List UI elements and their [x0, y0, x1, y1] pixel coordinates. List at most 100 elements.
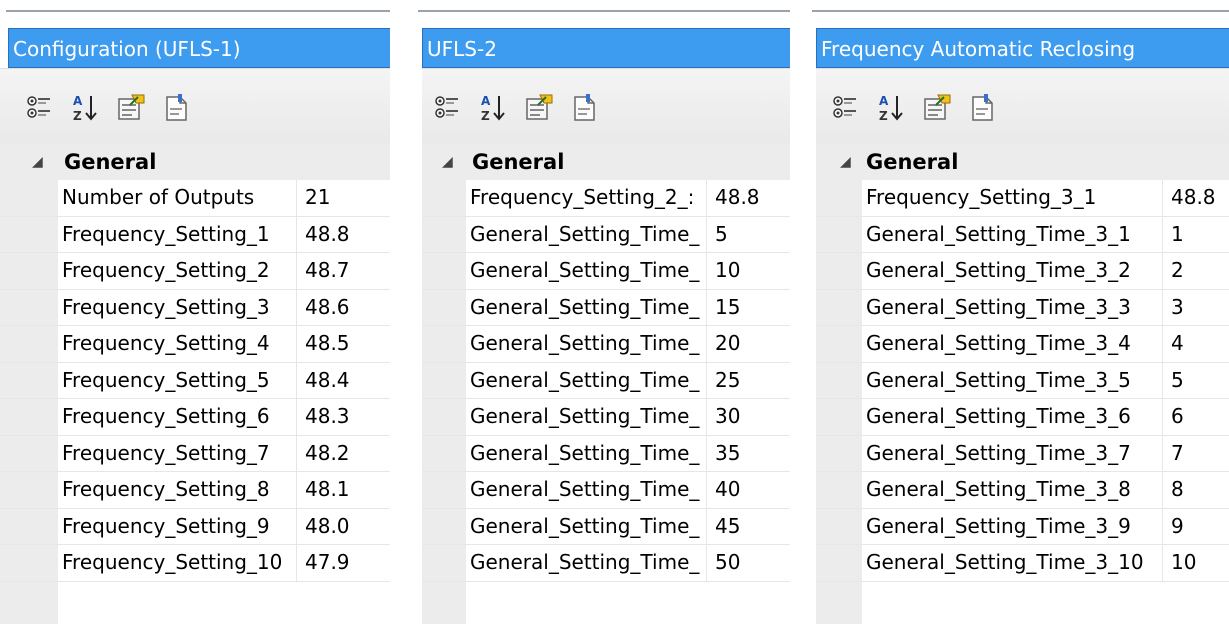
- property-value[interactable]: 9: [1162, 508, 1229, 544]
- events-icon[interactable]: [162, 93, 192, 123]
- property-grid: ◢ General Number of Outputs 21 Frequency_S…: [0, 144, 390, 624]
- property-value[interactable]: 2: [1162, 253, 1229, 289]
- property-value[interactable]: 48.2: [296, 435, 390, 471]
- property-value[interactable]: 48.5: [296, 326, 390, 362]
- property-value[interactable]: 35: [706, 435, 790, 471]
- property-value[interactable]: 40: [706, 472, 790, 508]
- property-row[interactable]: Frequency_Setting_7 48.2: [0, 435, 390, 472]
- property-row[interactable]: General_Setting_Time_ 40: [422, 472, 790, 509]
- property-value[interactable]: 5: [1162, 362, 1229, 398]
- property-name: General_Setting_Time_3_1: [866, 221, 1131, 246]
- property-name: Frequency_Setting_2_:: [470, 185, 695, 209]
- category-row-general[interactable]: ◢ General: [0, 144, 390, 180]
- property-name: Frequency_Setting_3_1: [866, 185, 1097, 209]
- property-value[interactable]: 10: [706, 253, 790, 289]
- property-value[interactable]: 48.4: [296, 362, 390, 398]
- property-row[interactable]: Number of Outputs 21: [0, 180, 390, 217]
- property-value[interactable]: 5: [706, 216, 790, 252]
- property-panel-frequency-automatic-reclosing: Frequency Automatic Reclosing AZ ◢ Gener…: [806, 0, 1229, 624]
- property-value[interactable]: 48.6: [296, 289, 390, 325]
- property-value[interactable]: 48.1: [296, 472, 390, 508]
- property-toolbar: AZ: [816, 68, 1229, 145]
- property-value[interactable]: 7: [1162, 435, 1229, 471]
- category-row-general[interactable]: ◢ General: [816, 144, 1229, 180]
- property-value[interactable]: 47.9: [296, 545, 390, 581]
- property-row[interactable]: Frequency_Setting_3 48.6: [0, 289, 390, 326]
- property-row[interactable]: General_Setting_Time_ 50: [422, 545, 790, 582]
- property-row[interactable]: General_Setting_Time_ 45: [422, 508, 790, 545]
- property-row[interactable]: General_Setting_Time_3_1 1: [816, 216, 1229, 253]
- property-row[interactable]: General_Setting_Time_3_7 7: [816, 435, 1229, 472]
- property-row[interactable]: Frequency_Setting_2 48.7: [0, 253, 390, 290]
- property-row[interactable]: General_Setting_Time_ 10: [422, 253, 790, 290]
- property-row[interactable]: General_Setting_Time_3_6 6: [816, 399, 1229, 436]
- categorized-icon[interactable]: [24, 93, 54, 123]
- property-row[interactable]: General_Setting_Time_3_3 3: [816, 289, 1229, 326]
- property-row[interactable]: Frequency_Setting_6 48.3: [0, 399, 390, 436]
- categorized-icon[interactable]: [432, 93, 462, 123]
- property-row[interactable]: General_Setting_Time_3_5 5: [816, 362, 1229, 399]
- property-pages-icon[interactable]: [116, 93, 146, 123]
- property-value[interactable]: 21: [296, 180, 390, 216]
- category-label: General: [64, 150, 157, 174]
- property-row[interactable]: General_Setting_Time_3_8 8: [816, 472, 1229, 509]
- property-row[interactable]: General_Setting_Time_3_10 10: [816, 545, 1229, 582]
- property-name: Frequency_Setting_4: [62, 331, 270, 355]
- property-value[interactable]: 48.8: [1162, 180, 1229, 216]
- events-icon[interactable]: [570, 93, 600, 123]
- collapse-arrow-icon[interactable]: ◢: [32, 144, 43, 180]
- category-label: General: [866, 150, 959, 174]
- property-value[interactable]: 48.3: [296, 399, 390, 435]
- property-value[interactable]: 8: [1162, 472, 1229, 508]
- categorized-icon[interactable]: [830, 93, 860, 123]
- property-name: General_Setting_Time_3_4: [866, 331, 1131, 355]
- property-value[interactable]: 25: [706, 362, 790, 398]
- property-row[interactable]: Frequency_Setting_1 48.8: [0, 216, 390, 253]
- property-value[interactable]: 45: [706, 508, 790, 544]
- property-row[interactable]: Frequency_Setting_10 47.9: [0, 545, 390, 582]
- svg-text:Z: Z: [481, 109, 490, 123]
- property-name: General_Setting_Time_3_7: [866, 440, 1131, 465]
- panel-title: UFLS-2: [422, 28, 790, 68]
- property-row[interactable]: General_Setting_Time_ 20: [422, 326, 790, 363]
- property-value[interactable]: 20: [706, 326, 790, 362]
- collapse-arrow-icon[interactable]: ◢: [840, 144, 851, 180]
- property-row[interactable]: General_Setting_Time_ 35: [422, 435, 790, 472]
- category-label: General: [472, 150, 565, 174]
- property-value[interactable]: 15: [706, 289, 790, 325]
- property-row[interactable]: General_Setting_Time_ 15: [422, 289, 790, 326]
- property-row[interactable]: General_Setting_Time_3_4 4: [816, 326, 1229, 363]
- property-value[interactable]: 48.8: [296, 216, 390, 252]
- property-value[interactable]: 10: [1162, 545, 1229, 581]
- alphabetical-sort-icon[interactable]: AZ: [478, 93, 508, 123]
- property-row[interactable]: General_Setting_Time_3_2 2: [816, 253, 1229, 290]
- property-name: Frequency_Setting_6: [62, 404, 270, 428]
- property-row[interactable]: General_Setting_Time_ 5: [422, 216, 790, 253]
- property-value[interactable]: 1: [1162, 216, 1229, 252]
- property-value[interactable]: 48.0: [296, 508, 390, 544]
- alphabetical-sort-icon[interactable]: AZ: [70, 93, 100, 123]
- collapse-arrow-icon[interactable]: ◢: [442, 144, 453, 180]
- property-value[interactable]: 48.8: [706, 180, 790, 216]
- events-icon[interactable]: [968, 93, 998, 123]
- property-pages-icon[interactable]: [524, 93, 554, 123]
- property-value[interactable]: 3: [1162, 289, 1229, 325]
- property-row[interactable]: Frequency_Setting_9 48.0: [0, 508, 390, 545]
- property-value[interactable]: 48.7: [296, 253, 390, 289]
- property-value[interactable]: 30: [706, 399, 790, 435]
- property-row[interactable]: General_Setting_Time_ 30: [422, 399, 790, 436]
- property-row[interactable]: Frequency_Setting_2_: 48.8: [422, 180, 790, 217]
- property-row[interactable]: Frequency_Setting_4 48.5: [0, 326, 390, 363]
- property-row[interactable]: Frequency_Setting_5 48.4: [0, 362, 390, 399]
- alphabetical-sort-icon[interactable]: AZ: [876, 93, 906, 123]
- property-row[interactable]: General_Setting_Time_3_9 9: [816, 508, 1229, 545]
- property-row[interactable]: Frequency_Setting_3_1 48.8: [816, 180, 1229, 217]
- property-value[interactable]: 50: [706, 545, 790, 581]
- property-value[interactable]: 6: [1162, 399, 1229, 435]
- property-row[interactable]: General_Setting_Time_ 25: [422, 362, 790, 399]
- property-value[interactable]: 4: [1162, 326, 1229, 362]
- category-row-general[interactable]: ◢ General: [422, 144, 790, 180]
- panel-top-band: [404, 0, 790, 28]
- property-row[interactable]: Frequency_Setting_8 48.1: [0, 472, 390, 509]
- property-pages-icon[interactable]: [922, 93, 952, 123]
